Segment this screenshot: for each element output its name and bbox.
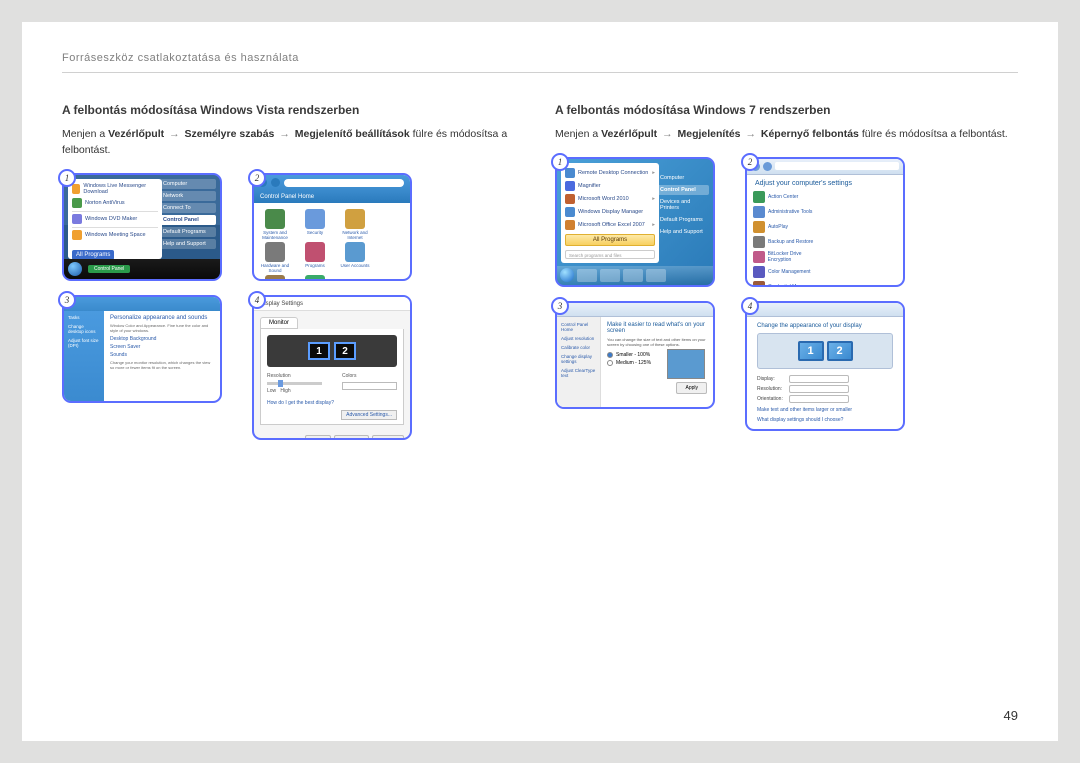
left-column: A felbontás módosítása Windows Vista ren… — [62, 103, 525, 440]
right-column: A felbontás módosítása Windows 7 rendsze… — [555, 103, 1018, 440]
arrow-icon: → — [745, 128, 756, 140]
arrow-icon: → — [662, 128, 673, 140]
start-menu-left: Windows Live Messenger Download Norton A… — [68, 179, 162, 259]
arrow-icon: → — [279, 128, 290, 140]
arrow-icon: → — [169, 128, 180, 140]
screenshot: Control Panel Home Adjust resolution Cal… — [555, 301, 715, 409]
win7-step-4: 4 Change the appearance of your display … — [745, 301, 905, 431]
screenshot: Adjust your computer's settings Action C… — [745, 157, 905, 287]
start-orb-icon — [560, 268, 574, 282]
win7-step-2: 2 Adjust your computer's settings Action… — [745, 157, 905, 287]
preview-icon — [667, 349, 705, 379]
vista-step-2: 2 Control Panel Home System and Maintena… — [252, 173, 412, 281]
start-orb-icon — [68, 262, 82, 276]
start-menu-right: Computer Network Connect To Control Pane… — [160, 179, 216, 259]
step-badge: 2 — [248, 169, 266, 187]
vista-step-4: 4 Display Settings Monitor 1 2 Resolutio… — [252, 295, 412, 440]
section-title-vista: A felbontás módosítása Windows Vista ren… — [62, 103, 525, 117]
win7-step-3: 3 Control Panel Home Adjust resolution C… — [555, 301, 715, 431]
screenshot: Tasks Change desktop icons Adjust font s… — [62, 295, 222, 403]
step-badge: 2 — [741, 153, 759, 171]
screenshot: Remote Desktop Connection▸ Magnifier Mic… — [555, 157, 715, 287]
step-badge: 3 — [551, 297, 569, 315]
screenshot: Display Settings Monitor 1 2 ResolutionL… — [252, 295, 412, 440]
vista-step-3: 3 Tasks Change desktop icons Adjust font… — [62, 295, 222, 440]
step-badge: 1 — [551, 153, 569, 171]
page-header: Forráseszköz csatlakoztatása és használa… — [62, 52, 1018, 73]
section-text-vista: Menjen a Vezérlőpult → Személyre szabás … — [62, 127, 525, 159]
screenshot: Change the appearance of your display 1 … — [745, 301, 905, 431]
step-badge: 4 — [248, 291, 266, 309]
document-page: Forráseszköz csatlakoztatása és használa… — [22, 22, 1058, 741]
screenshot: Windows Live Messenger Download Norton A… — [62, 173, 222, 281]
win7-steps: 1 Remote Desktop Connection▸ Magnifier M… — [555, 157, 1018, 431]
vista-steps: 1 Windows Live Messenger Download Norton… — [62, 173, 525, 440]
vista-step-1: 1 Windows Live Messenger Download Norton… — [62, 173, 222, 281]
step-badge: 3 — [58, 291, 76, 309]
section-text-win7: Menjen a Vezérlőpult → Megjelenítés → Ké… — [555, 127, 1018, 143]
step-badge: 1 — [58, 169, 76, 187]
screenshot: Control Panel Home System and Maintenanc… — [252, 173, 412, 281]
win7-step-1: 1 Remote Desktop Connection▸ Magnifier M… — [555, 157, 715, 287]
columns: A felbontás módosítása Windows Vista ren… — [62, 103, 1018, 440]
page-number: 49 — [1004, 708, 1018, 723]
section-title-win7: A felbontás módosítása Windows 7 rendsze… — [555, 103, 1018, 117]
step-badge: 4 — [741, 297, 759, 315]
search-input: Search programs and files — [565, 250, 655, 259]
taskbar: Control Panel — [64, 259, 220, 279]
